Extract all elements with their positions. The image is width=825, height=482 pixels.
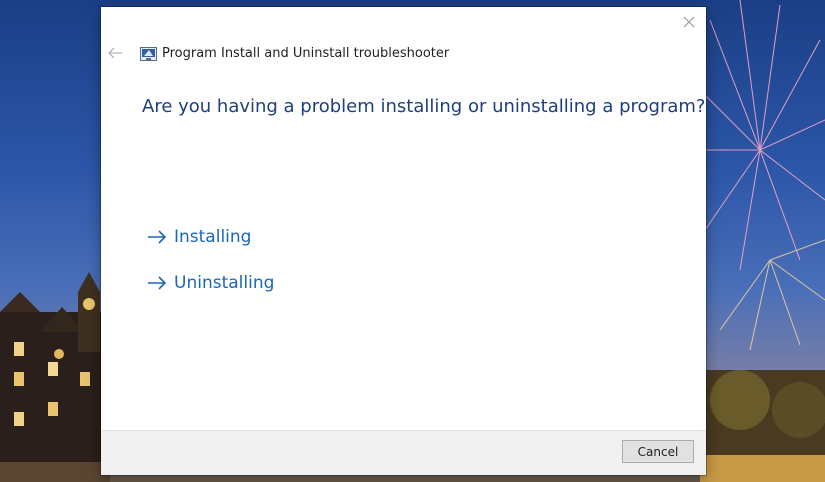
close-icon bbox=[683, 16, 695, 28]
uninstalling-option-label: Uninstalling bbox=[174, 273, 275, 293]
dialog-footer: Cancel bbox=[101, 430, 706, 475]
close-button[interactable] bbox=[680, 13, 698, 31]
installing-option-label: Installing bbox=[174, 227, 252, 247]
back-button[interactable] bbox=[107, 45, 127, 65]
back-arrow-icon bbox=[108, 47, 122, 59]
city-wallpaper-art bbox=[0, 272, 110, 482]
arrow-right-icon bbox=[148, 276, 167, 290]
question-heading: Are you having a problem installing or u… bbox=[142, 96, 706, 117]
troubleshooter-dialog: Program Install and Uninstall troublesho… bbox=[101, 7, 706, 475]
troubleshooter-app-icon bbox=[140, 47, 157, 61]
dialog-title: Program Install and Uninstall troublesho… bbox=[162, 46, 450, 61]
arrow-right-icon bbox=[148, 230, 167, 244]
cancel-button[interactable]: Cancel bbox=[622, 440, 694, 463]
fireworks-wallpaper-art bbox=[700, 0, 825, 482]
installing-option-link[interactable]: Installing bbox=[147, 224, 251, 250]
desktop-background: Program Install and Uninstall troublesho… bbox=[0, 0, 825, 482]
uninstalling-option-link[interactable]: Uninstalling bbox=[147, 270, 274, 296]
